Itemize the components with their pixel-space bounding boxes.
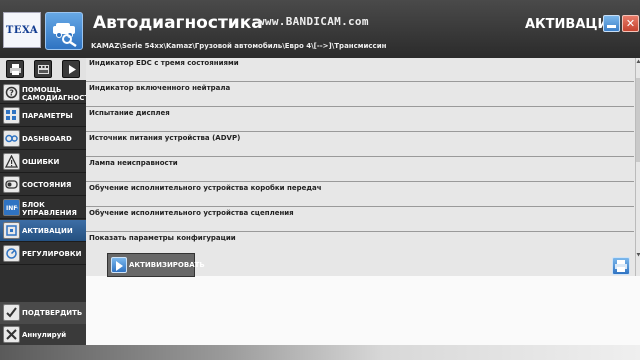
activate-label: АКТИВИЗИРОВАТЬ <box>129 261 205 269</box>
activations-panel: Индикатор EDC с тремя состояниями Индика… <box>86 58 640 276</box>
list-item[interactable]: Источник питания устройства (ADVP) <box>86 133 634 157</box>
sidebar-item-label: ПОМОЩЬ САМОДИАГНОСТ... <box>22 86 98 102</box>
car-diagnostics-icon <box>45 12 83 50</box>
cancel-label: Аннулируй <box>22 331 67 339</box>
confirm-button[interactable]: ПОДТВЕРДИТЬ <box>0 302 86 324</box>
list-item-label: Источник питания устройства (ADVP) <box>89 134 241 142</box>
sidebar-item-label: ОШИБКИ <box>22 158 60 166</box>
print-button[interactable] <box>6 60 24 78</box>
sidebar-item-adjustments[interactable]: РЕГУЛИРОВКИ <box>0 243 86 265</box>
activations-icon <box>3 222 20 239</box>
app-window: TEXA Автодиагностика www.BANDICAM.com KA… <box>0 0 640 345</box>
sidebar-toolbar <box>0 58 86 80</box>
bottom-panel <box>86 276 640 345</box>
scroll-down-icon[interactable] <box>636 252 640 257</box>
list-item[interactable]: Индикатор включенного нейтрала <box>86 83 634 107</box>
list-item-label: Индикатор включенного нейтрала <box>89 84 231 92</box>
play-button[interactable] <box>62 60 80 78</box>
list-item[interactable]: Обучение исполнительного устройства коро… <box>86 183 634 207</box>
ecu-info-icon: INFO <box>3 199 20 216</box>
video-bottom-strip <box>0 345 640 360</box>
adjustments-icon <box>3 245 20 262</box>
warning-icon <box>3 153 20 170</box>
cancel-button[interactable]: Аннулируй <box>0 324 86 345</box>
film-icon <box>38 65 49 74</box>
list-item-label: Лампа неисправности <box>89 159 178 167</box>
scroll-up-icon[interactable] <box>636 59 640 64</box>
list-item-label: Испытание дисплея <box>89 109 170 117</box>
sidebar-item-label: СОСТОЯНИЯ <box>22 181 72 189</box>
list-item[interactable]: Лампа неисправности <box>86 158 634 182</box>
breadcrumb: KAMAZ\Serie 54xx\Kamaz\Грузовой автомоби… <box>91 42 387 50</box>
activate-button[interactable]: АКТИВИЗИРОВАТЬ <box>107 253 205 277</box>
print-report-button[interactable] <box>612 257 630 275</box>
sidebar-item-label: РЕГУЛИРОВКИ <box>22 250 82 258</box>
sidebar-item-label: ПАРАМЕТРЫ <box>22 112 73 120</box>
sidebar-item-label: DASHBOARD <box>22 135 72 143</box>
brand-area: TEXA <box>0 0 88 58</box>
list-item[interactable]: Индикатор EDC с тремя состояниями <box>86 58 634 82</box>
texa-logo-text: TEXA <box>5 24 39 36</box>
sidebar-item-activations[interactable]: АКТИВАЦИИ <box>0 220 86 242</box>
sidebar: ? ПОМОЩЬ САМОДИАГНОСТ... ПАРАМЕТРЫ DASHB… <box>0 58 98 345</box>
states-icon <box>3 176 20 193</box>
sidebar-item-states[interactable]: СОСТОЯНИЯ <box>0 174 86 196</box>
list-item-label: Показать параметры конфигурации <box>89 234 236 242</box>
cancel-icon <box>3 326 20 343</box>
dashboard-icon <box>3 130 20 147</box>
minimize-button[interactable] <box>603 15 620 32</box>
header-bar: TEXA Автодиагностика www.BANDICAM.com KA… <box>0 0 640 58</box>
list-item-label: Обучение исполнительного устройства сцеп… <box>89 209 294 217</box>
sidebar-item-ecu-info[interactable]: INFO БЛОК УПРАВЛЕНИЯ <box>0 197 86 219</box>
help-icon: ? <box>3 84 20 101</box>
activations-list: Индикатор EDC с тремя состояниями Индика… <box>86 58 634 276</box>
parameters-icon <box>3 107 20 124</box>
checkmark-icon <box>3 304 20 321</box>
close-icon: ✕ <box>625 17 636 30</box>
sidebar-item-errors[interactable]: ОШИБКИ <box>0 151 86 173</box>
sidebar-item-dashboard[interactable]: DASHBOARD <box>0 128 86 150</box>
close-button[interactable]: ✕ <box>622 15 639 32</box>
printer-icon <box>10 64 21 75</box>
play-icon <box>111 257 127 273</box>
list-item[interactable]: Обучение исполнительного устройства сцеп… <box>86 208 634 232</box>
play-icon <box>69 65 76 74</box>
record-button[interactable] <box>34 60 52 78</box>
list-item[interactable]: Испытание дисплея <box>86 108 634 132</box>
svg-text:?: ? <box>9 89 14 98</box>
sidebar-item-parameters[interactable]: ПАРАМЕТРЫ <box>0 105 86 127</box>
app-title: Автодиагностика <box>93 13 263 33</box>
svg-text:INFO: INFO <box>6 205 18 212</box>
bandicam-watermark: www.BANDICAM.com <box>258 15 369 28</box>
list-item-label: Обучение исполнительного устройства коро… <box>89 184 322 192</box>
confirm-label: ПОДТВЕРДИТЬ <box>22 309 83 317</box>
sidebar-item-help[interactable]: ? ПОМОЩЬ САМОДИАГНОСТ... <box>0 82 98 104</box>
sidebar-item-label: БЛОК УПРАВЛЕНИЯ <box>22 201 77 217</box>
scroll-thumb[interactable] <box>636 78 640 162</box>
list-scrollbar[interactable] <box>635 58 640 276</box>
printer-icon <box>615 260 627 272</box>
texa-logo: TEXA <box>3 12 41 48</box>
sidebar-item-label: АКТИВАЦИИ <box>22 227 73 235</box>
list-item-label: Индикатор EDC с тремя состояниями <box>89 59 239 67</box>
